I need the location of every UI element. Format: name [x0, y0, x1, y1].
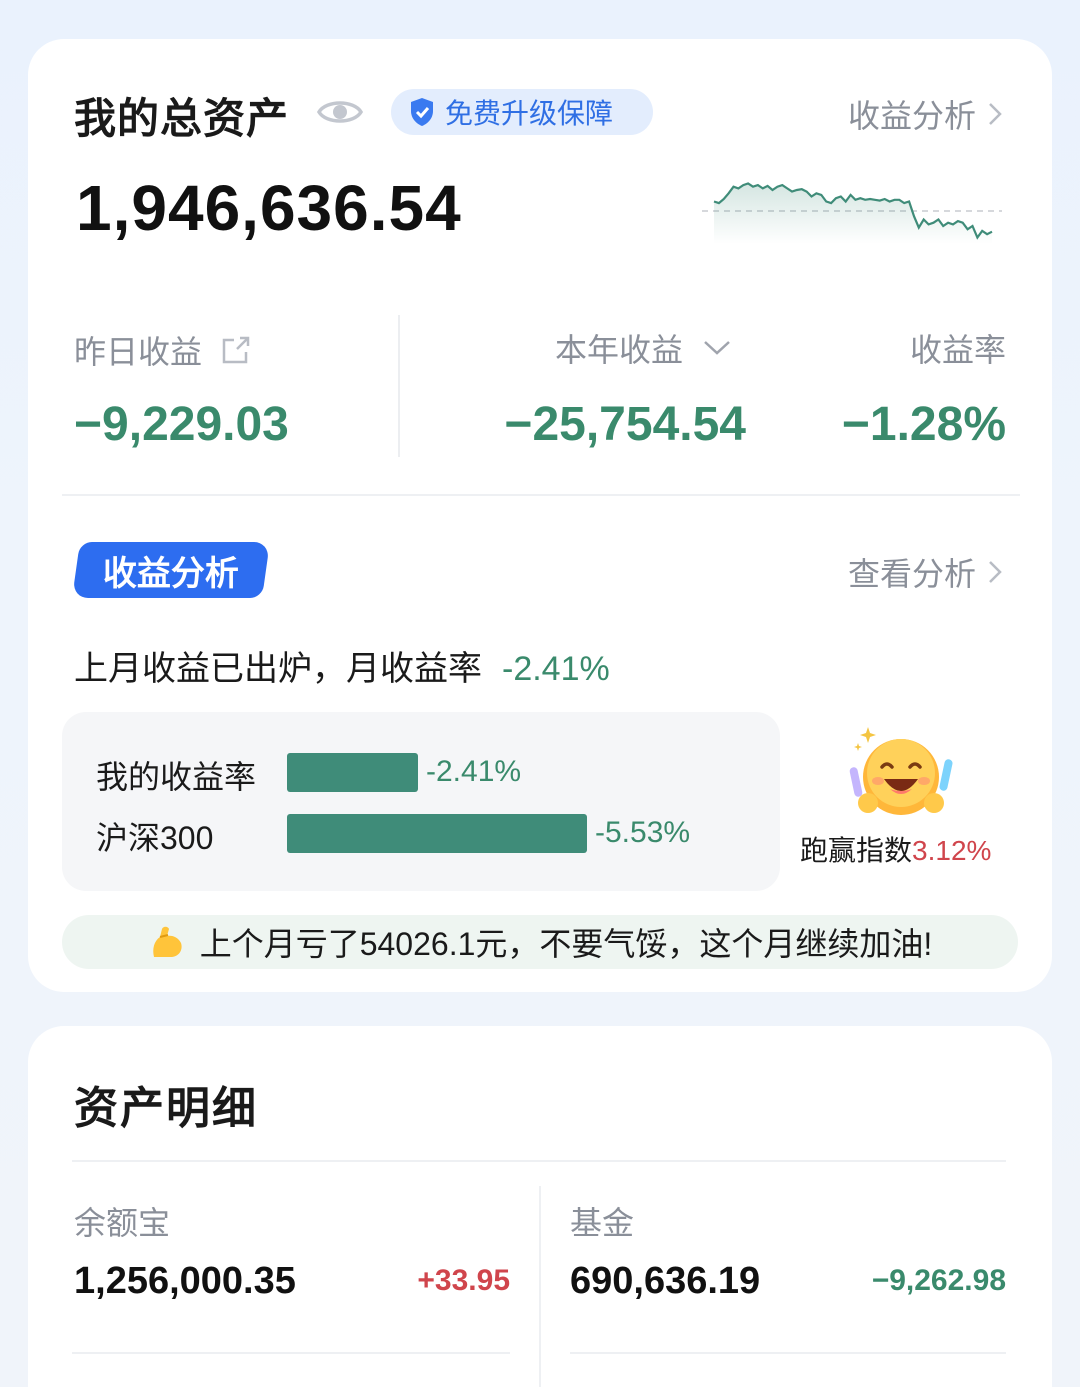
asset-details-card: 资产明细 余额宝 1,256,000.35 +33.95 基金 690,636.…: [28, 1026, 1052, 1387]
monthly-message: 上月收益已出炉，月收益率 -2.41%: [74, 641, 610, 690]
monthly-message-text: 上月收益已出炉，月收益率: [74, 650, 482, 688]
csi300-value: -5.53%: [595, 816, 691, 849]
profit-analysis-label: 收益分析: [847, 98, 976, 134]
beat-index-label: 跑赢指数: [800, 835, 913, 866]
flexed-biceps-icon: [152, 926, 182, 957]
return-rate-value: −1.28%: [841, 398, 1006, 451]
section-divider: [62, 494, 1020, 496]
my-rate-bar: [287, 753, 418, 792]
details-divider: [72, 1160, 1006, 1162]
asset-change: +33.95: [417, 1264, 510, 1297]
yesterday-profit-label-group: 昨日收益: [74, 327, 252, 373]
yesterday-profit-value: −9,229.03: [74, 398, 289, 451]
year-profit-value: −25,754.54: [504, 398, 746, 451]
beat-index-value: 3.12%: [912, 835, 992, 866]
year-profit-label: 本年收益: [555, 332, 684, 368]
row-divider: [72, 1352, 510, 1354]
stats-divider: [398, 315, 400, 457]
view-analysis-link[interactable]: 查看分析: [848, 549, 1002, 595]
asset-item-yuebao[interactable]: 余额宝 1,256,000.35 +33.95: [72, 1186, 510, 1356]
details-column-divider: [539, 1186, 541, 1387]
total-assets-title: 我的总资产: [74, 95, 290, 142]
eye-icon[interactable]: [316, 94, 364, 130]
my-rate-label: 我的收益率: [96, 759, 257, 795]
asset-summary-card: 我的总资产 免费升级保障 收益分析 1,946,636.54 昨日收益 −9,2…: [28, 39, 1052, 992]
view-analysis-label: 查看分析: [847, 556, 976, 592]
return-rate-label: 收益率: [909, 332, 1006, 368]
profit-analysis-link[interactable]: 收益分析: [848, 91, 1002, 137]
asset-name: 余额宝: [74, 1205, 171, 1241]
analysis-tag-label: 收益分析: [103, 554, 239, 593]
smiley-face-icon: [849, 727, 953, 815]
security-upgrade-badge[interactable]: 免费升级保障: [391, 89, 653, 135]
shield-icon: [411, 98, 433, 126]
asset-value: 690,636.19: [570, 1260, 761, 1302]
asset-change: −9,262.98: [871, 1264, 1006, 1297]
chevron-right-icon: [989, 561, 1002, 583]
monthly-rate: -2.41%: [502, 650, 610, 688]
chevron-right-icon: [989, 103, 1002, 125]
csi300-label: 沪深300: [96, 820, 214, 856]
encouragement-banner[interactable]: 上个月亏了54026.1元，不要气馁，这个月继续加油!: [62, 915, 1018, 969]
chevron-down-icon: [704, 341, 730, 355]
year-profit-selector[interactable]: 本年收益: [555, 325, 731, 371]
encouragement-text: 上个月亏了54026.1元，不要气馁，这个月继续加油!: [199, 926, 933, 962]
my-rate-value: -2.41%: [426, 755, 522, 788]
total-assets-value: 1,946,636.54: [76, 172, 462, 244]
asset-trend-sparkline[interactable]: [702, 154, 1002, 244]
csi300-bar: [287, 814, 587, 853]
asset-details-title: 资产明细: [74, 1084, 258, 1133]
comparison-box[interactable]: 我的收益率 -2.41% 沪深300 -5.53%: [62, 712, 780, 891]
beat-index-text: 跑赢指数3.12%: [800, 829, 991, 869]
analysis-tag: 收益分析: [72, 542, 270, 598]
asset-item-fund[interactable]: 基金 690,636.19 −9,262.98: [570, 1186, 1006, 1356]
asset-value: 1,256,000.35: [74, 1260, 296, 1302]
row-divider: [570, 1352, 1006, 1354]
badge-label: 免费升级保障: [445, 98, 614, 129]
yesterday-profit-label: 昨日收益: [74, 334, 203, 370]
share-icon[interactable]: [220, 334, 252, 366]
asset-name: 基金: [570, 1205, 635, 1241]
